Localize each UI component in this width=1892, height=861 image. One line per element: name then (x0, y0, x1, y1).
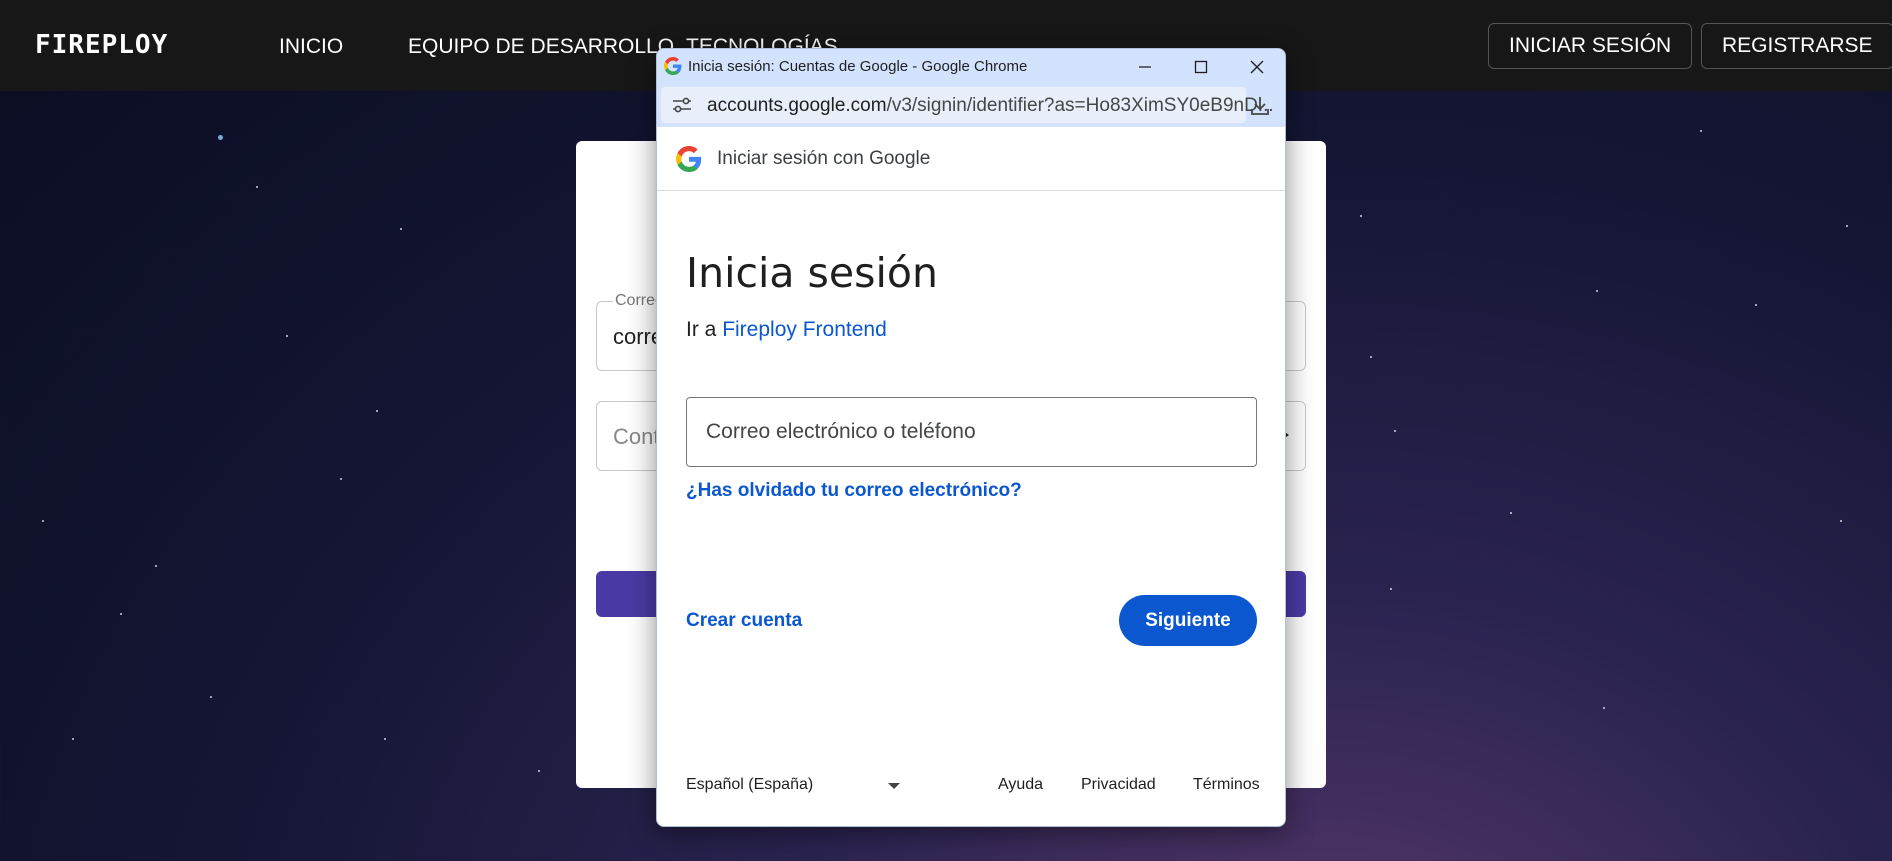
help-link[interactable]: Ayuda (998, 776, 1043, 794)
email-or-phone-input[interactable] (686, 397, 1257, 467)
close-icon[interactable] (1229, 49, 1285, 85)
address-bar: accounts.google.com/v3/signin/identifier… (657, 85, 1285, 127)
site-settings-icon[interactable] (671, 96, 693, 114)
maximize-icon[interactable] (1173, 49, 1229, 85)
google-signin-popup: Inicia sesión: Cuentas de Google - Googl… (656, 48, 1286, 827)
app-name-link[interactable]: Fireploy Frontend (722, 318, 887, 341)
url-path: /v3/signin/identifier?as=Ho83XimSY0eB9nD… (886, 95, 1274, 116)
page-title: Inicia sesión (686, 249, 938, 297)
subtitle-prefix: Ir a (686, 318, 723, 341)
url-text: accounts.google.com/v3/signin/identifier… (707, 95, 1274, 117)
signin-subtitle: Ir a Fireploy Frontend (686, 318, 887, 342)
google-header: Iniciar sesión con Google (657, 127, 1285, 191)
google-logo-icon (676, 146, 702, 172)
window-title: Inicia sesión: Cuentas de Google - Googl… (688, 58, 1028, 75)
nav-equipo[interactable]: EQUIPO DE DESARROLLO (408, 35, 674, 59)
url-field[interactable]: accounts.google.com/v3/signin/identifier… (661, 87, 1274, 123)
nav-inicio[interactable]: INICIO (279, 35, 343, 59)
window-titlebar[interactable]: Inicia sesión: Cuentas de Google - Googl… (657, 49, 1285, 85)
download-icon[interactable] (1249, 95, 1271, 117)
next-button[interactable]: Siguiente (1119, 595, 1257, 646)
url-host: accounts.google.com (707, 95, 887, 116)
terms-link[interactable]: Términos (1193, 776, 1260, 794)
chevron-down-icon[interactable] (888, 783, 900, 789)
minimize-icon[interactable] (1117, 49, 1173, 85)
create-account-link[interactable]: Crear cuenta (686, 610, 802, 632)
forgot-email-link[interactable]: ¿Has olvidado tu correo electrónico? (686, 480, 1022, 502)
google-header-text: Iniciar sesión con Google (717, 148, 931, 169)
privacy-link[interactable]: Privacidad (1081, 776, 1156, 794)
language-selector[interactable]: Español (España) (686, 776, 813, 794)
login-button[interactable]: INICIAR SESIÓN (1488, 23, 1693, 69)
google-icon (664, 57, 682, 75)
register-button[interactable]: REGISTRARSE (1701, 23, 1892, 69)
brand-logo[interactable]: FIREPLOY (35, 30, 168, 60)
password-placeholder: Cont (613, 424, 660, 449)
